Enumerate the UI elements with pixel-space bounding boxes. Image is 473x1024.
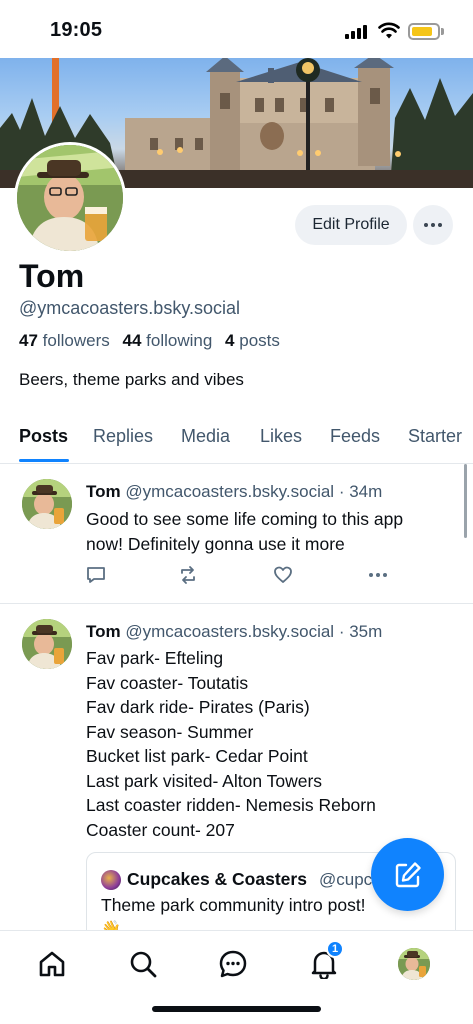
battery-icon bbox=[408, 23, 440, 40]
post-author-name[interactable]: Tom bbox=[86, 622, 121, 641]
followers-link[interactable]: 47 followers bbox=[19, 331, 110, 350]
nav-chat[interactable] bbox=[216, 947, 250, 981]
post-body: Good to see some life coming to this app… bbox=[86, 507, 403, 556]
post-timestamp: · 34m bbox=[338, 482, 383, 501]
post-author-avatar[interactable] bbox=[22, 479, 72, 529]
followers-count: 47 bbox=[19, 331, 38, 350]
post-line: Last coaster ridden- Nemesis Reborn bbox=[86, 795, 376, 815]
post-timestamp: · 35m bbox=[338, 622, 383, 641]
profile-avatar[interactable] bbox=[14, 142, 126, 254]
posts-count: 4 bbox=[225, 331, 235, 350]
post-header: Tom @ymcacoasters.bsky.social · 35m bbox=[86, 622, 382, 642]
compose-icon bbox=[395, 861, 421, 887]
post-line: Fav coaster- Toutatis bbox=[86, 672, 249, 693]
status-bar: 19:05 bbox=[0, 0, 473, 58]
profile-tabs: Posts Replies Media Likes Feeds Starter bbox=[0, 410, 473, 464]
cellular-signal-icon bbox=[345, 25, 369, 39]
tab-starter[interactable]: Starter bbox=[408, 426, 462, 447]
post-line: Fav season- Summer bbox=[86, 721, 254, 742]
quote-text: Theme park community intro post! bbox=[101, 895, 366, 915]
post-line: Bucket list park- Cedar Point bbox=[86, 746, 308, 766]
profile-handle: @ymcacoasters.bsky.social bbox=[19, 298, 241, 318]
nav-search[interactable] bbox=[126, 947, 160, 981]
posts-label: posts bbox=[239, 331, 280, 350]
edit-profile-button[interactable]: Edit Profile bbox=[295, 205, 407, 245]
profile-stats: 47 followers 44 following 4 posts bbox=[19, 331, 280, 351]
more-options-button[interactable] bbox=[413, 205, 453, 245]
following-count: 44 bbox=[122, 331, 142, 350]
post-line: Good to see some life coming to this app bbox=[86, 509, 404, 529]
post-author-handle[interactable]: @ymcacoasters.bsky.social bbox=[125, 482, 334, 501]
profile-bio: Beers, theme parks and vibes bbox=[19, 370, 244, 389]
nav-home[interactable] bbox=[35, 947, 69, 981]
following-label: following bbox=[146, 331, 213, 350]
tab-replies[interactable]: Replies bbox=[93, 426, 153, 447]
wifi-icon bbox=[378, 22, 400, 39]
tab-likes[interactable]: Likes bbox=[260, 426, 302, 447]
post-line: Fav dark ride- Pirates (Paris) bbox=[86, 697, 310, 717]
post-line: Last park visited- Alton Towers bbox=[86, 770, 323, 791]
post-author-avatar[interactable] bbox=[22, 619, 72, 669]
following-link[interactable]: 44 following bbox=[122, 331, 212, 350]
battery-tip bbox=[441, 28, 444, 35]
nav-profile-avatar[interactable] bbox=[398, 948, 430, 980]
tab-posts[interactable]: Posts bbox=[19, 426, 68, 447]
quote-author-name: Cupcakes & Coasters bbox=[127, 869, 307, 889]
search-icon bbox=[130, 951, 157, 978]
compose-post-button[interactable] bbox=[371, 838, 444, 911]
post-line: now! Definitely gonna use it more bbox=[86, 533, 345, 554]
post-body: Fav park- Efteling Fav coaster- Toutatis… bbox=[86, 646, 376, 842]
post-author-handle[interactable]: @ymcacoasters.bsky.social bbox=[125, 622, 334, 641]
post-item[interactable]: Tom @ymcacoasters.bsky.social · 34m Good… bbox=[0, 464, 473, 604]
post-author-name[interactable]: Tom bbox=[86, 482, 121, 501]
followers-label: followers bbox=[42, 331, 110, 350]
chat-icon bbox=[219, 950, 247, 978]
ellipsis-icon bbox=[424, 223, 442, 227]
display-name: Tom bbox=[19, 258, 85, 294]
home-indicator[interactable] bbox=[152, 1006, 321, 1012]
post-line: Coaster count- 207 bbox=[86, 819, 235, 840]
home-icon bbox=[39, 951, 65, 977]
like-icon[interactable] bbox=[273, 565, 293, 585]
active-tab-indicator bbox=[19, 459, 69, 462]
quote-author-handle: @cupc bbox=[319, 870, 373, 889]
post-actions bbox=[86, 564, 387, 588]
notification-badge: 1 bbox=[326, 940, 344, 958]
repost-icon[interactable] bbox=[178, 565, 198, 585]
tab-feeds[interactable]: Feeds bbox=[330, 426, 380, 447]
tab-media[interactable]: Media bbox=[181, 426, 230, 447]
post-header: Tom @ymcacoasters.bsky.social · 34m bbox=[86, 482, 382, 502]
post-more-icon[interactable] bbox=[369, 573, 387, 577]
post-line: Fav park- Efteling bbox=[86, 648, 224, 668]
quote-author-avatar bbox=[101, 870, 121, 890]
reply-icon[interactable] bbox=[86, 565, 106, 585]
status-time: 19:05 bbox=[50, 19, 103, 41]
posts-count-group: 4 posts bbox=[225, 331, 280, 350]
